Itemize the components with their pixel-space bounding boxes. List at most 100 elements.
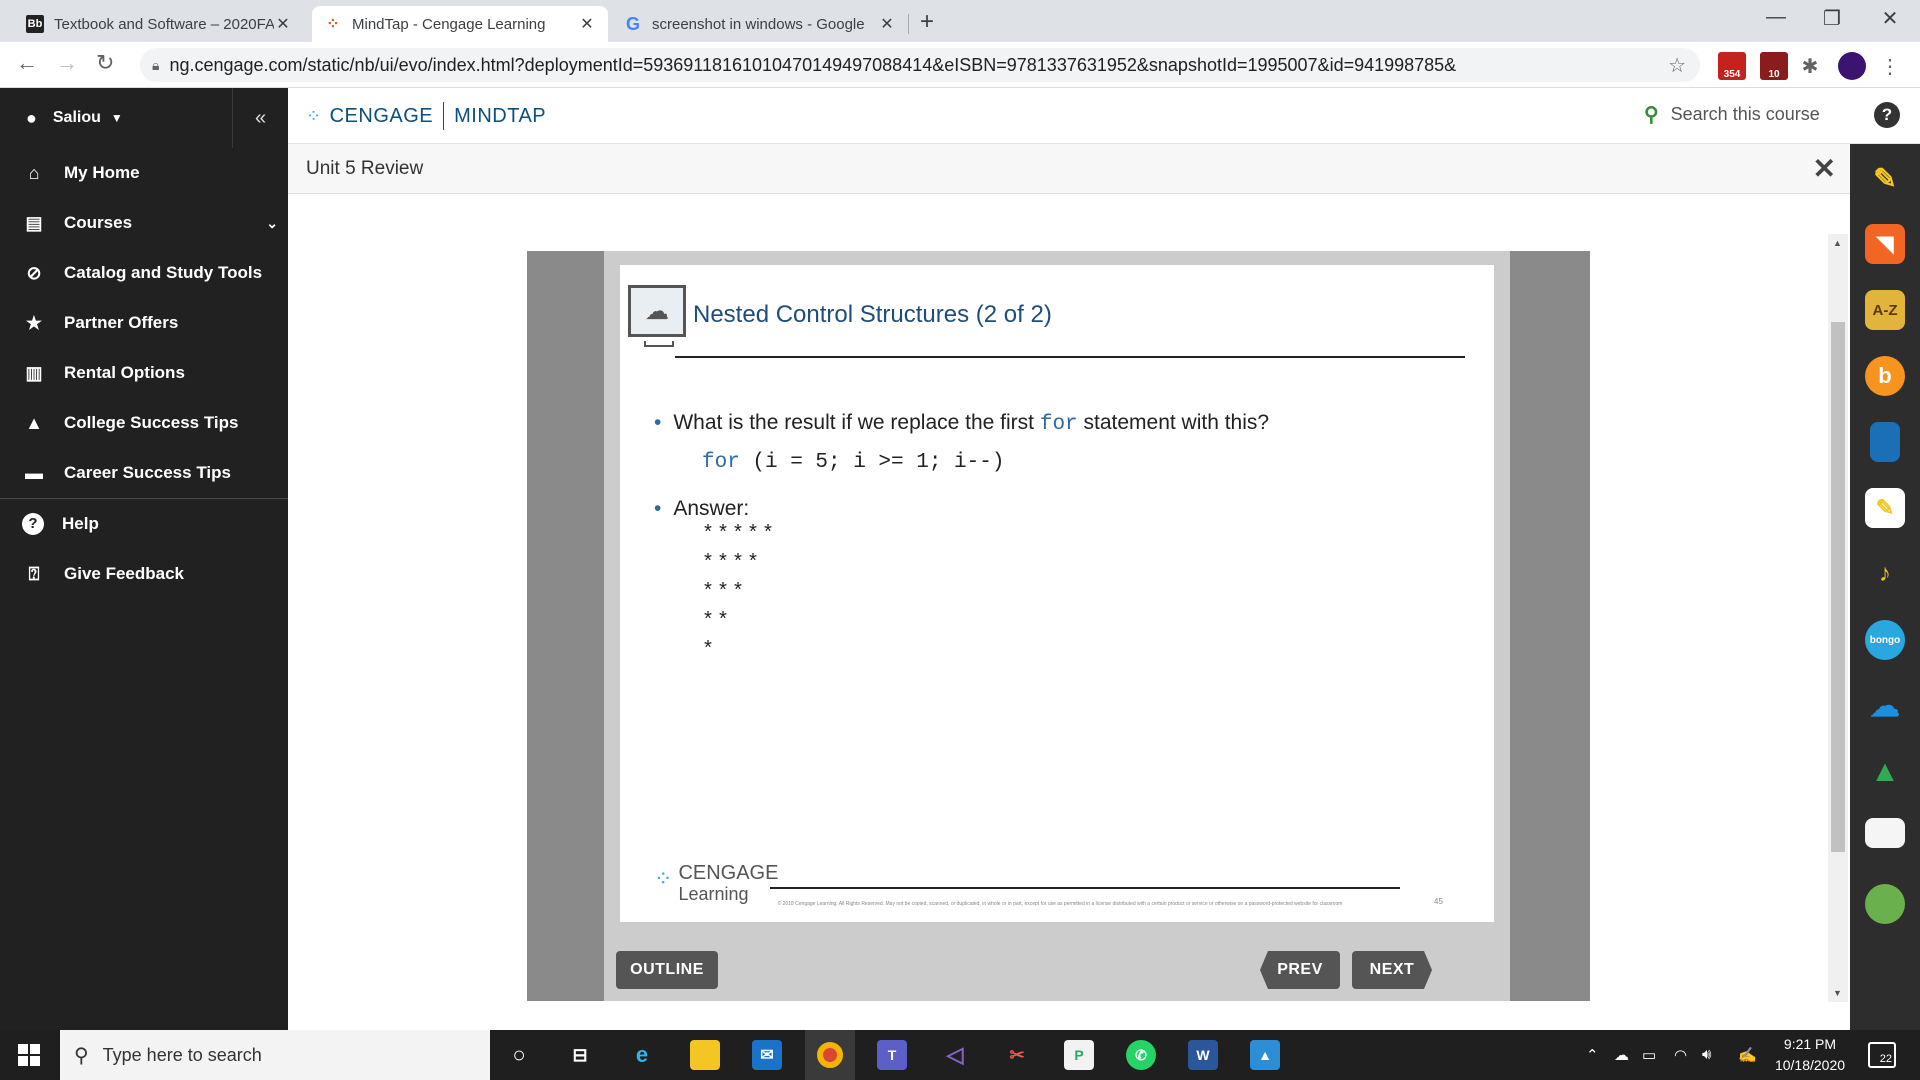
chevron-down-icon: ⌄ <box>266 214 278 231</box>
mail-badge: 354 <box>1723 69 1741 80</box>
close-activity-icon[interactable]: ✕ <box>1813 152 1836 185</box>
notebook-icon[interactable] <box>1870 422 1900 462</box>
sidebar-item-college-success[interactable]: ▲ College Success Tips <box>0 398 288 448</box>
sidebar-item-partner-offers[interactable]: ★ Partner Offers <box>0 298 288 348</box>
bookmark-star-icon[interactable]: ☆ <box>1668 53 1686 78</box>
feedback-icon: ⍰ <box>28 563 40 584</box>
outline-button[interactable]: OUTLINE <box>616 951 718 989</box>
sidebar-item-my-home[interactable]: ⌂ My Home <box>0 148 288 198</box>
cortana-icon[interactable]: ○ <box>504 1040 534 1070</box>
sidebar-item-label: Partner Offers <box>64 313 179 332</box>
close-window-icon[interactable]: ✕ <box>1878 6 1902 31</box>
word-icon[interactable]: W <box>1188 1040 1218 1070</box>
onedrive-icon[interactable]: ☁ <box>1865 686 1905 726</box>
snip-tool-icon[interactable]: ✂ <box>1002 1040 1032 1070</box>
code-line: for (i = 5; i >= 1; i--) <box>702 451 1004 474</box>
circle-app-icon[interactable] <box>1865 884 1905 924</box>
close-tab-icon[interactable]: ✕ <box>578 14 596 34</box>
back-icon[interactable]: ← <box>16 50 38 76</box>
tab-google[interactable]: G screenshot in windows - Google ✕ <box>612 6 908 42</box>
reload-icon[interactable]: ↻ <box>96 50 114 76</box>
notes-icon[interactable]: ✎ <box>1865 488 1905 528</box>
windows-start-icon[interactable] <box>18 1044 40 1066</box>
course-search[interactable]: ⚲ Search this course <box>1644 102 1820 127</box>
cengage-mindtap-logo[interactable]: ⁘ CENGAGE MINDTAP <box>306 102 546 130</box>
volume-icon[interactable]: 🔊︎ <box>1702 1046 1711 1063</box>
python-doc-icon[interactable]: P <box>1064 1040 1094 1070</box>
next-button[interactable]: NEXT <box>1352 951 1432 989</box>
whatsapp-icon[interactable]: ✆ <box>1126 1040 1156 1070</box>
graduation-cap-icon: ▲ <box>25 412 43 433</box>
close-tab-icon[interactable]: ✕ <box>878 14 896 34</box>
rss-icon[interactable]: ◥ <box>1865 224 1905 264</box>
question-keyword: for <box>1039 413 1078 436</box>
sidebar-item-label: College Success Tips <box>64 413 239 432</box>
pen-icon[interactable]: ✍ <box>1738 1046 1757 1064</box>
extension-badge-icon[interactable]: 10 <box>1760 52 1788 80</box>
sidebar-item-label: My Home <box>64 163 140 182</box>
code-rest: (i = 5; i >= 1; i--) <box>739 451 1005 474</box>
maximize-icon[interactable]: ❐ <box>1820 6 1844 31</box>
task-view-icon[interactable]: ⊟ <box>565 1040 595 1070</box>
mail-extension-icon[interactable]: 354 <box>1718 52 1746 80</box>
system-clock[interactable]: 9:21 PM 10/18/2020 <box>1770 1034 1850 1076</box>
teams-icon[interactable]: T <box>877 1040 907 1070</box>
tab-mindtap[interactable]: ⁘ MindTap - Cengage Learning ✕ <box>312 6 608 42</box>
audio-icon[interactable]: ♪ <box>1865 554 1905 594</box>
new-tab-icon[interactable]: + <box>920 8 934 36</box>
question-prefix: What is the result if we replace the fir… <box>673 411 1040 434</box>
tab-title: Textbook and Software – 2020FA <box>54 15 274 33</box>
taskbar-search[interactable]: ⚲ Type here to search <box>60 1030 490 1080</box>
close-tab-icon[interactable]: ✕ <box>274 14 292 34</box>
user-name: Saliou <box>52 109 101 126</box>
b-icon[interactable]: b <box>1865 356 1905 396</box>
forward-icon[interactable]: → <box>56 50 78 76</box>
bongo-icon[interactable]: bongo <box>1865 620 1905 660</box>
scroll-down-icon[interactable]: ▼ <box>1833 988 1842 998</box>
menu-kebab-icon[interactable]: ⋮ <box>1876 52 1904 80</box>
tab-textbook[interactable]: Bb Textbook and Software – 2020FA ✕ <box>14 6 304 42</box>
sidebar-item-catalog[interactable]: ⊘ Catalog and Study Tools <box>0 248 288 298</box>
scrollbar-thumb[interactable] <box>1831 322 1845 852</box>
answer-line: *** <box>702 581 748 604</box>
sidebar-item-label: Rental Options <box>64 363 185 382</box>
minimize-icon[interactable]: — <box>1764 6 1788 29</box>
wifi-icon[interactable]: ◠ <box>1674 1046 1687 1064</box>
visual-studio-icon[interactable]: ◁ <box>940 1040 970 1070</box>
answer-line: * <box>702 639 718 662</box>
help-button[interactable]: ? <box>1874 102 1900 128</box>
cengage-favicon-icon: ⁘ <box>326 16 340 33</box>
sidebar-item-courses[interactable]: ▤ Courses ⌄ <box>0 198 288 248</box>
sidebar-item-career-success[interactable]: ▬ Career Success Tips <box>0 448 288 498</box>
notification-center-icon[interactable]: 22 <box>1868 1042 1896 1068</box>
flashcards-icon[interactable] <box>1865 818 1905 848</box>
sidebar-item-rental-options[interactable]: ▥ Rental Options <box>0 348 288 398</box>
address-bar[interactable]: 🔒︎ ng.cengage.com/static/nb/ui/evo/index… <box>140 48 1700 82</box>
collapse-sidebar-icon[interactable]: « <box>232 88 288 148</box>
user-menu[interactable]: ● Saliou ▼ <box>26 108 123 129</box>
chrome-taskbar-button[interactable] <box>805 1030 855 1080</box>
profile-avatar[interactable] <box>1838 52 1866 80</box>
sidebar-item-help[interactable]: ? Help <box>0 499 288 549</box>
screen: Bb Textbook and Software – 2020FA ✕ ⁘ Mi… <box>0 0 1920 1080</box>
a-z-icon[interactable]: A-Z <box>1865 290 1905 330</box>
footer-rule <box>770 887 1400 889</box>
pencil-icon[interactable]: ✎ <box>1865 158 1905 198</box>
slide-viewer: ☁ Nested Control Structures (2 of 2) • W… <box>527 251 1590 1001</box>
prev-button[interactable]: PREV <box>1260 951 1340 989</box>
onedrive-tray-icon[interactable]: ☁ <box>1614 1046 1629 1064</box>
show-hidden-icons[interactable]: ⌃ <box>1586 1046 1599 1064</box>
photos-icon[interactable]: ▲ <box>1250 1040 1280 1070</box>
bongo-label: bongo <box>1869 634 1901 646</box>
search-icon: ⚲ <box>74 1044 89 1067</box>
mail-icon[interactable]: ✉ <box>752 1040 782 1070</box>
google-drive-icon[interactable]: ▲ <box>1865 752 1905 792</box>
activity-title: Unit 5 Review <box>306 158 424 179</box>
content-scrollbar[interactable]: ▲ ▼ <box>1828 234 1848 1002</box>
battery-icon[interactable]: ▭ <box>1642 1046 1656 1064</box>
edge-icon[interactable]: e <box>627 1040 657 1070</box>
file-explorer-icon[interactable] <box>690 1040 720 1070</box>
sidebar-item-give-feedback[interactable]: ⍰ Give Feedback <box>0 549 288 599</box>
scroll-up-icon[interactable]: ▲ <box>1833 238 1842 248</box>
extensions-puzzle-icon[interactable]: ✱ <box>1796 52 1824 80</box>
